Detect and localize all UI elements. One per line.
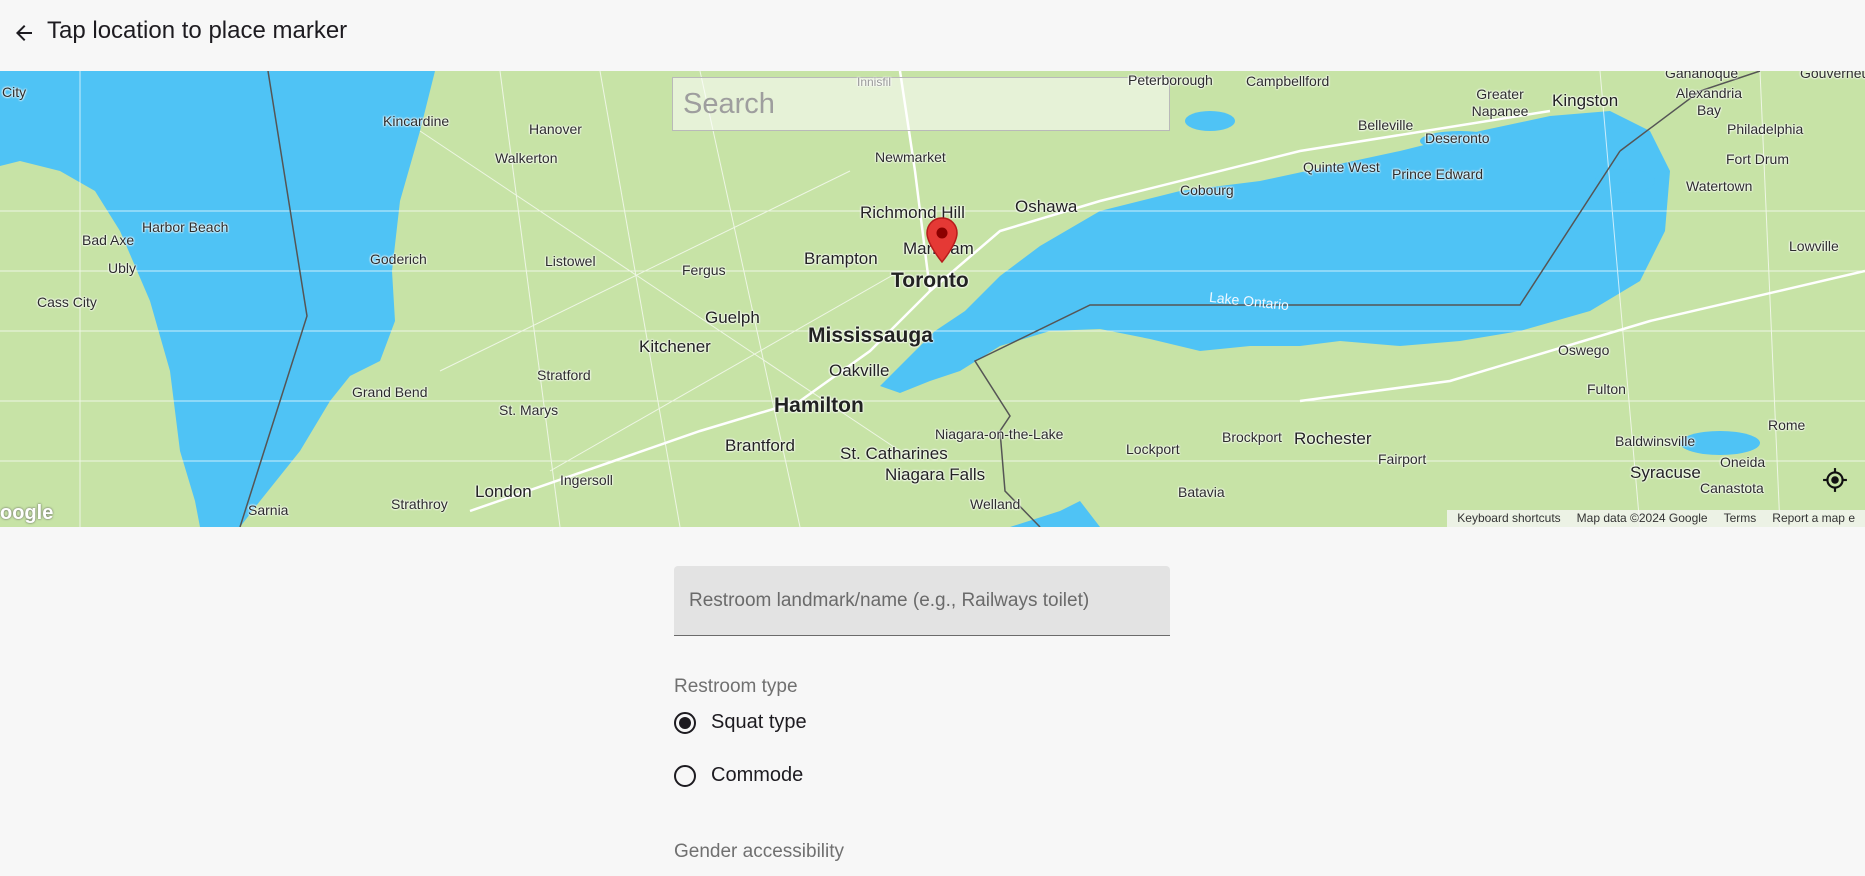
location-marker[interactable] — [925, 216, 959, 264]
map-label: Lockport — [1126, 441, 1180, 457]
map-label: Fulton — [1587, 381, 1626, 397]
map-label: Niagara-on-the-Lake — [935, 426, 1064, 442]
terms-link[interactable]: Terms — [1716, 510, 1765, 527]
page-title: Tap location to place marker — [47, 17, 348, 44]
map-label: Gananoque — [1665, 71, 1739, 81]
map-label: Hamilton — [774, 394, 864, 417]
map-label: Peterborough — [1128, 72, 1213, 88]
map-label: Oswego — [1558, 342, 1610, 358]
map-label: Rochester — [1294, 429, 1372, 448]
map-label: Niagara Falls — [885, 465, 986, 484]
map-label: Guelph — [705, 308, 760, 327]
map-label: Ingersoll — [560, 472, 613, 488]
map-label: Prince Edward — [1392, 166, 1484, 182]
map-label: Innisfil — [857, 75, 892, 89]
map-label: Stratford — [537, 367, 591, 383]
map-label: Cass City — [37, 294, 97, 310]
map-label: London — [475, 482, 532, 501]
map-label: Deseronto — [1425, 130, 1490, 146]
map-label: Lowville — [1789, 238, 1839, 254]
map-label: Canastota — [1700, 480, 1764, 496]
map-label: Welland — [970, 496, 1021, 512]
map-label: Gouverneur — [1800, 71, 1865, 81]
map-label: Listowel — [545, 253, 596, 269]
my-location-button[interactable] — [1820, 465, 1850, 495]
map-label: Brantford — [725, 436, 795, 455]
map-label: Syracuse — [1630, 463, 1701, 482]
google-logo: oogle — [0, 502, 54, 524]
app-bar: Tap location to place marker — [0, 0, 1865, 70]
map-data-text: Map data ©2024 Google — [1576, 511, 1708, 525]
map-label: Baldwinsville — [1615, 433, 1696, 449]
radio-label: Commode — [711, 764, 804, 786]
map-label: City — [2, 84, 27, 100]
map-label: Strathroy — [391, 496, 448, 512]
map-label: Oakville — [829, 361, 890, 380]
gender-accessibility-label: Gender accessibility — [674, 841, 845, 862]
radio-button-unchecked[interactable] — [674, 764, 696, 787]
map-pin-icon — [926, 217, 958, 264]
map-label: Bad Axe — [82, 232, 135, 248]
map-label: Brockport — [1222, 429, 1282, 445]
map-label: St. Marys — [499, 402, 559, 418]
map-label: Fairport — [1378, 451, 1427, 467]
map-label: Walkerton — [495, 150, 558, 166]
map-label: Oshawa — [1015, 197, 1078, 216]
map-search-input[interactable] — [672, 77, 1170, 131]
map-label: Watertown — [1686, 178, 1753, 194]
map-label: Sarnia — [248, 502, 289, 518]
map-label: Rome — [1768, 417, 1806, 433]
keyboard-shortcuts-link[interactable]: Keyboard shortcuts — [1449, 510, 1568, 527]
map-label: Kincardine — [383, 113, 450, 129]
map-label: Belleville — [1358, 117, 1414, 133]
map-label: Quinte West — [1303, 159, 1380, 175]
map-label: Fort Drum — [1726, 151, 1789, 167]
radio-label: Squat type — [711, 711, 807, 733]
radio-button-checked[interactable] — [674, 711, 696, 734]
map-label: Goderich — [370, 251, 427, 267]
map-label: St. Catharines — [840, 444, 948, 463]
map-label: Harbor Beach — [142, 219, 229, 235]
map-label: Toronto — [891, 269, 969, 292]
back-button[interactable] — [4, 13, 44, 53]
map-attribution: Keyboard shortcuts Map data ©2024 Google… — [1447, 510, 1865, 527]
map-label: Greater Napanee — [1471, 86, 1529, 119]
map-label: Fergus — [682, 262, 726, 278]
radio-commode[interactable]: Commode — [674, 764, 803, 787]
map-label: Newmarket — [875, 149, 946, 165]
arrow-back-icon — [16, 25, 32, 41]
map-label: Alexandria Bay — [1675, 85, 1743, 118]
radio-squat-type[interactable]: Squat type — [674, 711, 807, 734]
map-label: Campbellford — [1246, 73, 1330, 89]
map-label: Cobourg — [1180, 182, 1234, 198]
map-view[interactable]: City Kincardine Hanover Walkerton Harbor… — [0, 71, 1865, 527]
map-label: Brampton — [804, 249, 878, 268]
map-label: Hanover — [529, 121, 582, 137]
map-label: Ubly — [108, 260, 137, 276]
my-location-icon — [1823, 468, 1847, 492]
map-label: Kitchener — [639, 337, 711, 356]
restroom-form: Restroom type Squat type Commode Gender … — [674, 566, 1170, 862]
map-label: Batavia — [1178, 484, 1225, 500]
report-map-error-link[interactable]: Report a map e — [1764, 510, 1863, 527]
map-label: Oneida — [1720, 454, 1766, 470]
map-label: Kingston — [1552, 91, 1619, 110]
map-label: Grand Bend — [352, 384, 428, 400]
restroom-type-label: Restroom type — [674, 676, 798, 697]
restroom-name-field[interactable] — [674, 566, 1170, 636]
map-label: Mississauga — [808, 324, 933, 347]
map-label: Philadelphia — [1727, 121, 1804, 137]
